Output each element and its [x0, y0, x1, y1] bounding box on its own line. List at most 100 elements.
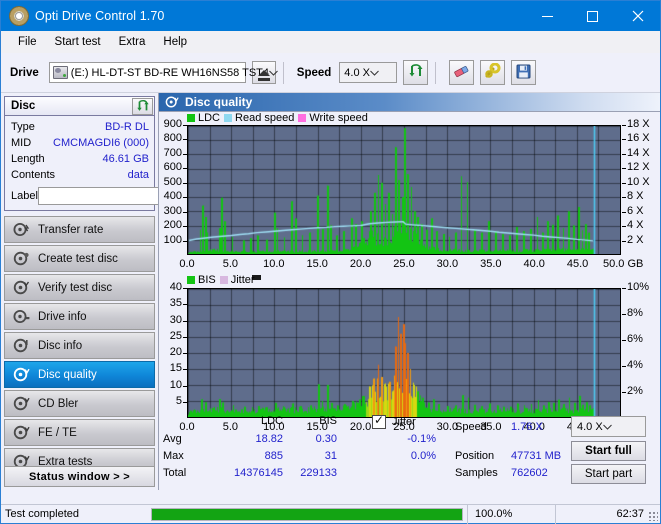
- disc-length-value: 46.61 GB: [102, 153, 149, 165]
- y-axis-tick-label: 200: [163, 219, 182, 232]
- sidebar-item-drive-info[interactable]: Drive info: [4, 303, 155, 330]
- sidebar-item-fe-te[interactable]: FE / TE: [4, 419, 155, 446]
- drive-toolbar: Drive (E:) HL-DT-ST BD-RE WH16NS58 TST4 …: [1, 53, 660, 93]
- statistics-panel: LDC BIS Jitter Avg 18.82 0.30 -0.1% Max …: [159, 412, 660, 490]
- save-button[interactable]: [511, 60, 537, 85]
- drive-info-icon: [13, 309, 30, 324]
- stats-max-jitter: 0.0%: [410, 450, 436, 462]
- progress-bar: [151, 507, 463, 521]
- disc-quality-icon: [165, 95, 179, 109]
- y2-axis-tick: [622, 392, 626, 393]
- y2-axis-tick-label: 4%: [627, 359, 643, 371]
- erase-button[interactable]: [449, 60, 475, 85]
- minimize-button[interactable]: [525, 1, 570, 31]
- disc-fete-icon: [13, 425, 30, 440]
- stats-header-bis: BIS: [319, 415, 337, 427]
- sidebar-item-disc-quality[interactable]: Disc quality: [4, 361, 155, 388]
- start-full-button[interactable]: Start full: [571, 441, 646, 461]
- samples-stat-value: 762602: [511, 467, 548, 479]
- menu-file[interactable]: File: [9, 34, 46, 50]
- legend-label: LDC: [198, 112, 221, 124]
- x-axis-tick-label: 50.0 GB: [603, 258, 644, 270]
- y-axis-tick: [183, 385, 187, 387]
- jitter-label: Jitter: [392, 416, 416, 428]
- y2-axis-tick-label: 10 X: [627, 175, 650, 188]
- disc-quality-icon: [13, 367, 30, 382]
- sidebar-item-create-test-disc[interactable]: Create test disc: [4, 245, 155, 272]
- disc-contents-value: data: [127, 169, 149, 181]
- disc-box-header: Disc: [5, 97, 154, 116]
- stats-header-ldc: LDC: [260, 415, 283, 427]
- sidebar-item-label: Disc quality: [38, 368, 97, 381]
- app-window: Opti Drive Control 1.70 File Start test …: [0, 0, 661, 524]
- drive-icon: [52, 66, 68, 79]
- close-button[interactable]: [615, 1, 660, 31]
- y2-axis-tick: [622, 226, 626, 228]
- disc-refresh-button[interactable]: [132, 97, 153, 115]
- tools-button[interactable]: [480, 60, 506, 85]
- y-axis-tick: [183, 320, 187, 322]
- disc-info-box: Disc Type BD-R DL MID CMCMAGDI6 (000) Le…: [4, 96, 241, 211]
- ldc-plot-area[interactable]: [187, 125, 621, 255]
- sidebar-item-cd-bler[interactable]: CD Bler: [4, 390, 155, 417]
- menu-help[interactable]: Help: [154, 34, 196, 50]
- x-axis-tick-label: 20.0: [349, 258, 372, 270]
- y-axis-tick-label: 700: [163, 146, 182, 159]
- y-axis-tick-label: 600: [163, 161, 182, 174]
- y-axis-tick-label: 20: [169, 346, 182, 358]
- sidebar-item-label: Disc info: [38, 339, 83, 352]
- speed-label: Speed: [296, 66, 332, 79]
- y-axis-tick: [183, 240, 187, 242]
- sidebar-item-label: FE / TE: [38, 426, 77, 439]
- y2-axis-tick-label: 4 X: [627, 219, 644, 232]
- disc-type-value: BD-R DL: [104, 121, 149, 133]
- y2-axis-tick-label: 6%: [627, 333, 643, 345]
- menu-extra[interactable]: Extra: [110, 34, 155, 50]
- sidebar-item-disc-info[interactable]: Disc info: [4, 332, 155, 359]
- position-stat-label: Position: [455, 450, 495, 462]
- drive-select[interactable]: (E:) HL-DT-ST BD-RE WH16NS58 TST4: [48, 62, 278, 83]
- disc-row-length: Length 46.61 GB: [11, 151, 149, 167]
- y-axis-tick-label: 30: [169, 313, 182, 326]
- position-stat-value: 47731 MB: [511, 450, 562, 462]
- bis-plot-area[interactable]: [187, 288, 621, 418]
- stats-avg-bis: 0.30: [315, 433, 337, 445]
- sidebar-nav: Transfer rate Create test disc Verify te…: [1, 216, 158, 475]
- y2-axis-tick-label: 14 X: [627, 146, 650, 159]
- start-part-button[interactable]: Start part: [571, 464, 646, 484]
- maximize-button[interactable]: [570, 1, 615, 31]
- y-axis-tick: [183, 401, 187, 403]
- x-axis-tick-label: 45.0: [566, 258, 589, 270]
- legend-swatch: [219, 276, 228, 284]
- stats-avg-ldc: 18.82: [255, 433, 283, 445]
- legend-swatch: [224, 114, 233, 122]
- speed-select[interactable]: 4.0 X: [339, 62, 398, 83]
- y2-axis-tick: [622, 153, 626, 155]
- status-window-label: Status window > >: [28, 470, 131, 483]
- sidebar-item-transfer-rate[interactable]: Transfer rate: [4, 216, 155, 243]
- y-axis-tick-label: 5: [175, 394, 182, 407]
- toolbar-divider-1: [282, 61, 284, 84]
- disc-row-type: Type BD-R DL: [11, 119, 149, 135]
- disc-mid-value: CMCMAGDI6 (000): [53, 137, 149, 149]
- test-speed-select[interactable]: 4.0 X: [571, 416, 646, 437]
- resize-grip[interactable]: [648, 511, 658, 521]
- x-axis-tick-label: 15.0: [306, 258, 328, 270]
- sidebar-item-label: CD Bler: [38, 397, 79, 410]
- speed-stat-value: 1.76 X: [511, 421, 543, 433]
- refresh-icon: [408, 63, 424, 82]
- sidebar-item-verify-test-disc[interactable]: Verify test disc: [4, 274, 155, 301]
- ldc-chart-legend: LDC Read speed Write speed: [187, 112, 368, 124]
- toolbar-divider-2: [435, 61, 437, 84]
- legend-item: Write speed: [298, 112, 368, 124]
- y-axis-tick: [183, 153, 187, 155]
- disc-row-contents: Contents data: [11, 167, 149, 183]
- disc-length-label: Length: [11, 153, 45, 165]
- x-axis-tick-label: 40.0: [523, 258, 545, 270]
- jitter-checkbox[interactable]: [372, 413, 386, 429]
- refresh-button[interactable]: [403, 60, 429, 85]
- main-body: Disc Type BD-R DL MID CMCMAGDI6 (000) Le…: [1, 93, 660, 490]
- y2-axis-tick: [622, 168, 626, 170]
- menu-start-test[interactable]: Start test: [46, 34, 110, 50]
- status-window-button[interactable]: Status window > >: [4, 466, 155, 487]
